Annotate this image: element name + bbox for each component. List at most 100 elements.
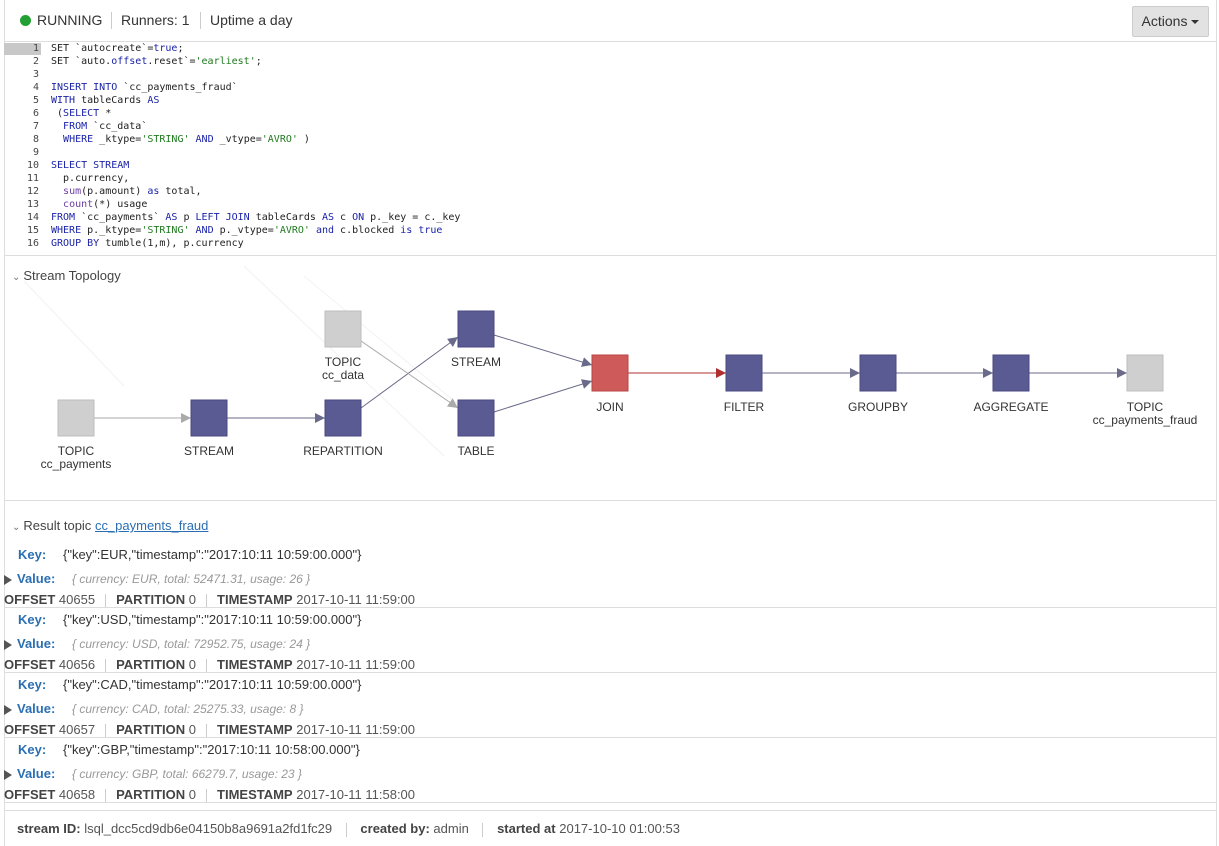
started-at-label: started at	[497, 821, 556, 836]
offset-label: OFFSET	[4, 722, 55, 737]
topology-node-groupby[interactable]	[860, 355, 896, 391]
code-text: sum(p.amount) as total,	[51, 186, 202, 198]
line-number: 9	[4, 147, 41, 159]
code-token: p	[177, 212, 195, 223]
topology-node-stream1[interactable]	[191, 400, 227, 436]
line-number: 15	[4, 225, 41, 237]
node-sublabel: cc_payments	[41, 457, 112, 471]
line-number: 5	[4, 95, 41, 107]
code-token: SELECT STREAM	[51, 160, 129, 171]
topology-node-filter[interactable]	[726, 355, 762, 391]
stream-footer: stream ID: lsql_dcc5cd9db6e04150b8a9691a…	[4, 810, 1217, 846]
code-token: AS	[147, 95, 159, 106]
offset-value: 40656	[59, 657, 95, 672]
node-label: STREAM	[184, 444, 234, 458]
record-key: {"key":GBP,"timestamp":"2017:10:11 10:58…	[63, 742, 360, 757]
timestamp-label: TIMESTAMP	[217, 787, 293, 802]
record-key: {"key":CAD,"timestamp":"2017:10:11 10:59…	[63, 677, 361, 692]
line-number: 10	[4, 160, 41, 172]
line-number: 8	[4, 134, 41, 146]
header-divider	[200, 12, 201, 29]
code-token: 'earliest'	[196, 56, 256, 67]
offset-label: OFFSET	[4, 787, 55, 802]
code-token: FROM	[63, 121, 87, 132]
record-meta: OFFSET 40655PARTITION 0TIMESTAMP 2017-10…	[4, 592, 415, 608]
line-number: 2	[4, 56, 41, 68]
record-key: {"key":EUR,"timestamp":"2017:10:11 10:59…	[63, 547, 361, 562]
timestamp-label: TIMESTAMP	[217, 657, 293, 672]
stream-id-value: lsql_dcc5cd9db6e04150b8a9691a2fd1fc29	[84, 821, 332, 836]
partition-value: 0	[189, 722, 196, 737]
node-sublabel: cc_data	[322, 368, 364, 382]
created-by-label: created by:	[360, 821, 429, 836]
code-token: AS	[322, 212, 334, 223]
key-label: Key:	[18, 742, 46, 757]
code-token: SELECT	[63, 108, 99, 119]
actions-dropdown-button[interactable]: Actions	[1132, 6, 1209, 37]
partition-label: PARTITION	[116, 787, 185, 802]
code-token: (*) usage	[93, 199, 147, 210]
code-text: WHERE _ktype='STRING' AND _vtype='AVRO' …	[51, 134, 310, 146]
meta-divider	[206, 594, 207, 608]
code-token: p._key = c._key	[364, 212, 460, 223]
node-label: TOPIC	[58, 444, 95, 458]
line-number: 11	[4, 173, 41, 185]
record-value: { currency: EUR, total: 52471.31, usage:…	[72, 572, 310, 586]
node-label: FILTER	[724, 400, 765, 414]
topology-node-topic-cc-payments[interactable]	[58, 400, 94, 436]
record-meta: OFFSET 40656PARTITION 0TIMESTAMP 2017-10…	[4, 657, 415, 673]
topology-graph: TOPICcc_paymentsSTREAMREPARTITIONTOPICcc…	[4, 256, 1217, 501]
code-token: AND	[196, 225, 214, 236]
result-toggle[interactable]: ⌄Result topic cc_payments_fraud	[12, 518, 208, 533]
partition-value: 0	[189, 592, 196, 607]
stream-header: RUNNING Runners: 1 Uptime a day Actions	[4, 0, 1217, 42]
partition-value: 0	[189, 787, 196, 802]
expand-triangle-icon[interactable]	[4, 705, 12, 715]
record-key: {"key":USD,"timestamp":"2017:10:11 10:59…	[63, 612, 361, 627]
topology-node-join[interactable]	[592, 355, 628, 391]
code-text: (SELECT *	[51, 108, 111, 120]
code-token: 'STRING'	[141, 225, 189, 236]
result-record: Key:{"key":EUR,"timestamp":"2017:10:11 1…	[4, 543, 1217, 608]
result-record: Key: {"key":GBP,"timestamp":"2017:10:11 1…	[4, 738, 1217, 803]
sql-editor[interactable]: 1SET `autocreate`=true;2SET `auto.offset…	[4, 42, 1217, 256]
edge-table-to-join	[494, 381, 592, 412]
started-at-value: 2017-10-10 01:00:53	[559, 821, 680, 836]
timestamp-value: 2017-10-11 11:59:00	[296, 592, 415, 607]
topology-node-stream2[interactable]	[458, 311, 494, 347]
topology-node-repartition[interactable]	[325, 400, 361, 436]
code-token: AS	[165, 212, 177, 223]
value-label[interactable]: Value:	[17, 636, 55, 651]
topology-node-table[interactable]	[458, 400, 494, 436]
code-token: .reset`=	[147, 56, 195, 67]
code-token	[51, 134, 63, 145]
code-token: `cc_payments`	[75, 212, 165, 223]
topology-node-topic-cc-payments-fraud[interactable]	[1127, 355, 1163, 391]
code-text: SET `autocreate`=true;	[51, 43, 183, 55]
code-token: offset	[111, 56, 147, 67]
key-label: Key:	[18, 677, 46, 692]
record-value: { currency: USD, total: 72952.75, usage:…	[72, 637, 310, 651]
expand-triangle-icon[interactable]	[4, 770, 12, 780]
caret-down-icon	[1191, 20, 1199, 24]
code-token: (	[51, 108, 63, 119]
expand-triangle-icon[interactable]	[4, 575, 12, 585]
code-text: GROUP BY tumble(1,m), p.currency	[51, 238, 244, 250]
value-label[interactable]: Value:	[17, 701, 55, 716]
node-label: JOIN	[596, 400, 623, 414]
meta-divider	[105, 724, 106, 738]
runners-count: Runners: 1	[121, 12, 189, 28]
expand-triangle-icon[interactable]	[4, 640, 12, 650]
code-token: _ktype=	[93, 134, 141, 145]
topology-node-aggregate[interactable]	[993, 355, 1029, 391]
record-meta: OFFSET 40657PARTITION 0TIMESTAMP 2017-10…	[4, 722, 415, 738]
value-label[interactable]: Value:	[17, 766, 55, 781]
value-label[interactable]: Value:	[17, 571, 55, 586]
code-token: true	[418, 225, 442, 236]
code-token: `cc_data`	[87, 121, 147, 132]
result-panel: ⌄Result topic cc_payments_fraud Key:{"ke…	[4, 501, 1217, 801]
result-topic-link[interactable]: cc_payments_fraud	[95, 518, 208, 533]
code-token: )	[298, 134, 310, 145]
topology-node-topic-cc-data[interactable]	[325, 311, 361, 347]
partition-label: PARTITION	[116, 722, 185, 737]
